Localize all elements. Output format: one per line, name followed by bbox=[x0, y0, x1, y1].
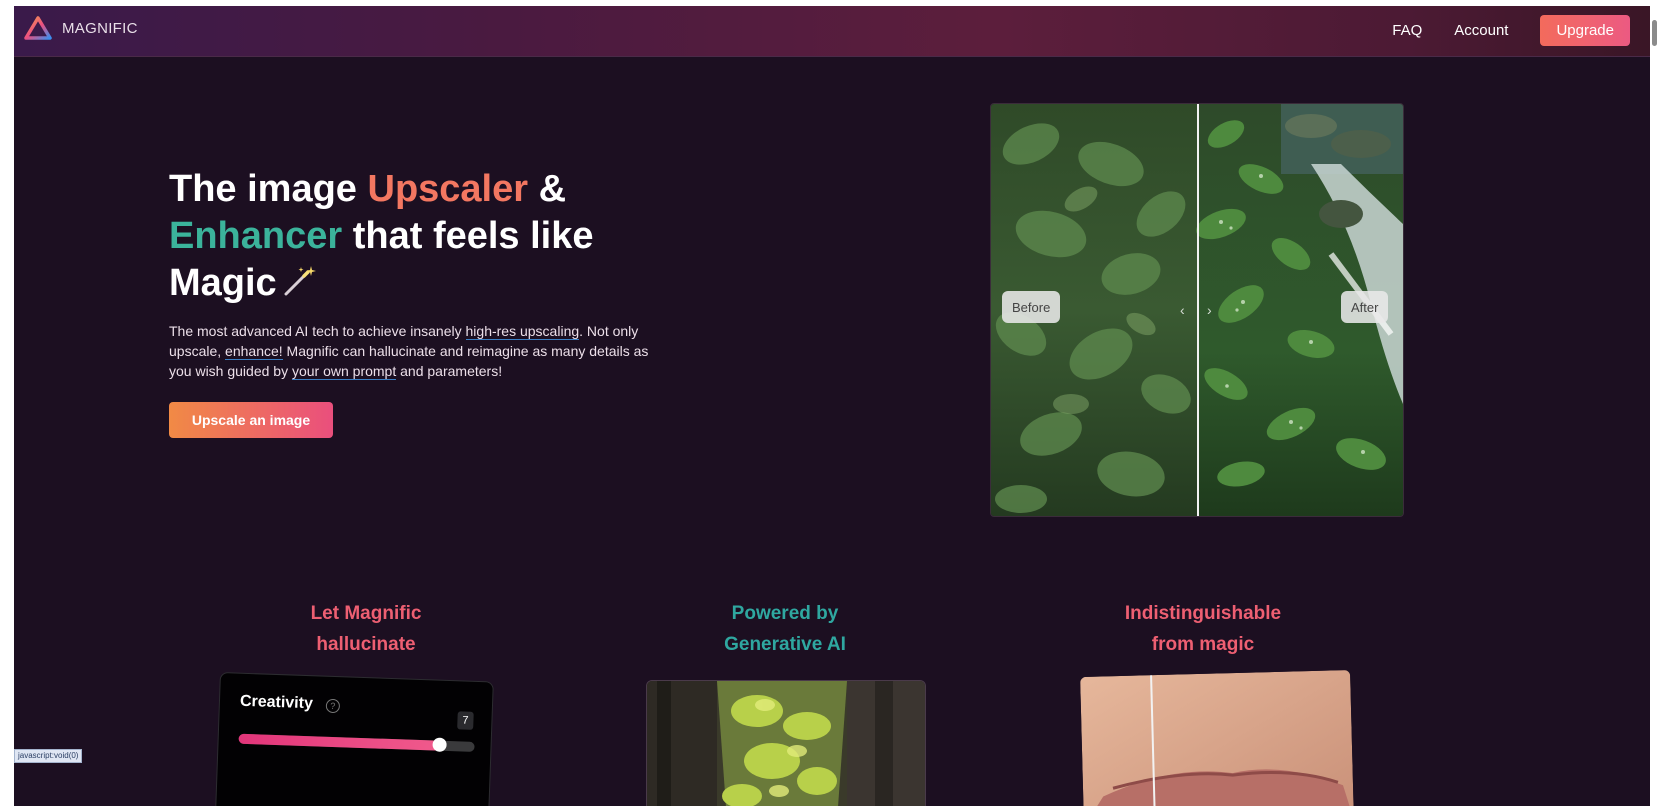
feature-2-line2: Generative AI bbox=[724, 634, 846, 655]
feature-2-line1: Powered by bbox=[731, 603, 839, 624]
face-closeup-image bbox=[1080, 670, 1354, 806]
creativity-slider-fill bbox=[238, 733, 440, 751]
top-nav-bar: MAGNIFIC FAQ Account Upgrade bbox=[14, 6, 1650, 57]
feature-1-line1: Let Magnific bbox=[310, 603, 422, 624]
magnific-triangle-icon bbox=[24, 16, 52, 40]
hero-title-enhancer: Enhancer bbox=[169, 215, 343, 257]
creativity-label: Creativity bbox=[239, 692, 314, 713]
page-frame: MAGNIFIC FAQ Account Upgrade The image U… bbox=[14, 6, 1650, 806]
magic-comparison-image bbox=[1080, 670, 1354, 806]
feature-title-generative-ai: Powered by Generative AI bbox=[655, 598, 915, 660]
comparison-divider-handle[interactable] bbox=[1197, 104, 1199, 516]
own-prompt-link[interactable]: your own prompt bbox=[291, 363, 397, 380]
nav-faq-link[interactable]: FAQ bbox=[1392, 22, 1422, 39]
high-res-upscaling-link[interactable]: high-res upscaling bbox=[465, 323, 580, 340]
nav-menu: FAQ Account Upgrade bbox=[1392, 15, 1630, 46]
chevron-right-icon: › bbox=[1207, 302, 1212, 318]
hero-desc-text-1: The most advanced AI tech to achieve ins… bbox=[169, 323, 466, 339]
before-label: Before bbox=[1002, 291, 1061, 323]
scrollbar[interactable] bbox=[1650, 6, 1658, 806]
creativity-card: Creativity ? 7 bbox=[214, 672, 494, 806]
hero-title: The image Upscaler & Enhancer that feels … bbox=[169, 166, 649, 308]
creativity-slider[interactable] bbox=[238, 733, 475, 752]
scrollbar-thumb[interactable] bbox=[1652, 20, 1657, 46]
hero-desc-text-4: and parameters! bbox=[396, 363, 503, 379]
chevron-left-icon: ‹ bbox=[1180, 302, 1185, 318]
upgrade-button[interactable]: Upgrade bbox=[1540, 15, 1630, 46]
brand-logo[interactable]: MAGNIFIC bbox=[24, 16, 138, 40]
enhance-link[interactable]: enhance! bbox=[225, 343, 283, 360]
after-label: After bbox=[1341, 291, 1389, 323]
hero-title-magic: Magic bbox=[169, 262, 277, 304]
feature-3-line1: Indistinguishable bbox=[1124, 603, 1282, 624]
hero-title-part3: that feels like bbox=[342, 215, 594, 257]
hero-title-part1: The image bbox=[169, 168, 368, 210]
creativity-slider-knob[interactable] bbox=[431, 737, 447, 752]
hero-title-upscaler: Upscaler bbox=[367, 168, 529, 210]
hero-title-part2: & bbox=[528, 168, 567, 210]
generative-ai-image bbox=[646, 680, 926, 806]
feature-1-line2: hallucinate bbox=[316, 634, 416, 655]
question-circle-icon[interactable]: ? bbox=[325, 698, 341, 714]
feature-3-line2: from magic bbox=[1151, 634, 1255, 655]
creativity-value: 7 bbox=[457, 711, 474, 730]
status-bar-link-preview: javascript:void(0) bbox=[14, 749, 83, 763]
hero-description: The most advanced AI tech to achieve ins… bbox=[169, 321, 649, 381]
feature-title-hallucinate: Let Magnific hallucinate bbox=[236, 598, 496, 660]
brand-name: MAGNIFIC bbox=[62, 19, 138, 37]
feature-title-magic: Indistinguishable from magic bbox=[1073, 598, 1333, 660]
magic-wand-icon bbox=[283, 261, 317, 308]
before-after-comparison[interactable]: ‹ › Before After bbox=[990, 103, 1404, 517]
upscale-image-button[interactable]: Upscale an image bbox=[169, 402, 333, 438]
nav-account-link[interactable]: Account bbox=[1454, 22, 1508, 39]
forest-image bbox=[647, 681, 925, 806]
